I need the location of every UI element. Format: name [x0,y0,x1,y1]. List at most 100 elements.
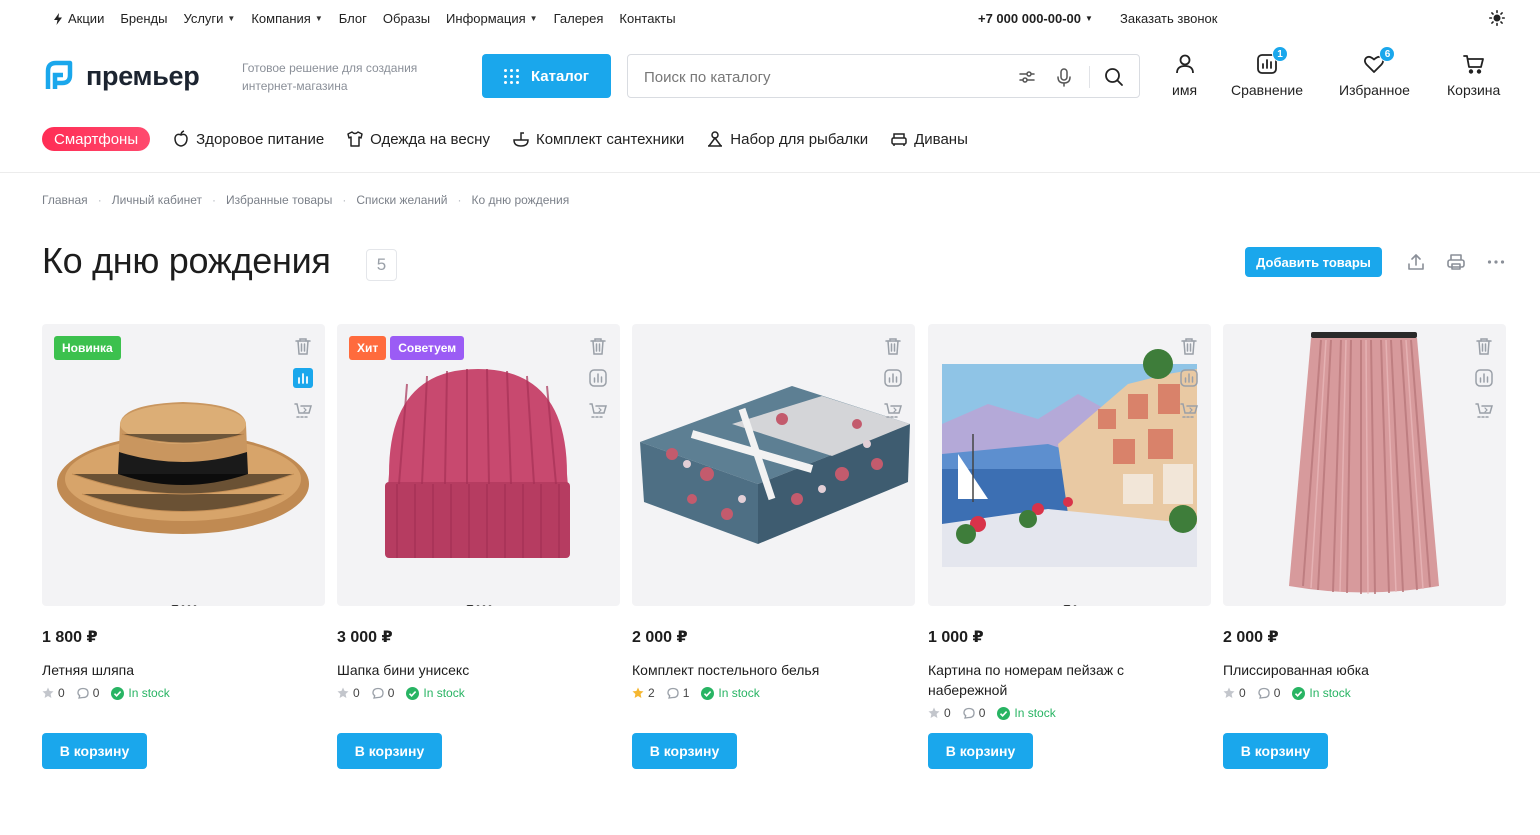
microphone-icon[interactable] [1054,67,1074,87]
product-name[interactable]: Плиссированная юбка [1223,660,1506,680]
top-nav-company[interactable]: Компания ▼ [251,11,322,26]
breadcrumb-item[interactable]: Списки желаний [356,193,447,207]
category-label: Диваны [914,130,968,148]
trash-icon [885,338,901,355]
category-spring-clothes[interactable]: Одежда на весну [346,130,490,148]
top-nav-services[interactable]: Услуги ▼ [183,11,235,26]
category-healthy-food[interactable]: Здоровое питание [172,130,324,148]
reviews[interactable]: 0 [1258,686,1281,700]
grid-dots-icon [503,68,519,84]
category-label: Набор для рыбалки [730,130,869,148]
reviews[interactable]: 0 [372,686,394,700]
pleated-skirt-image [1289,332,1439,595]
product-image-area[interactable] [1223,324,1506,606]
category-sofas[interactable]: Диваны [890,130,968,148]
cart-button[interactable]: Корзина [1447,52,1500,98]
compare-toggle[interactable] [1474,368,1494,388]
account-button[interactable]: имя [1172,52,1197,98]
top-nav-promos[interactable]: Акции [52,11,104,26]
reviews[interactable]: 0 [77,686,99,700]
breadcrumb-item[interactable]: Главная [42,193,88,207]
breadcrumb-item[interactable]: Избранные товары [226,193,332,207]
product-image-area[interactable] [928,324,1211,606]
add-products-button[interactable]: Добавить товары [1245,247,1382,277]
product-name[interactable]: Комплект постельного белья [632,660,915,680]
phone-number[interactable]: +7 000 000-00-00 ▼ [978,11,1093,26]
add-to-cart-button[interactable]: В корзину [42,733,147,769]
check-circle-icon [1292,686,1306,700]
share-upload-icon[interactable] [1406,252,1426,272]
add-to-cart-button[interactable]: В корзину [337,733,442,769]
check-circle-icon [997,706,1011,720]
compare-toggle-active[interactable] [293,368,313,388]
phone-text: +7 000 000-00-00 [978,11,1082,26]
card-actions [588,336,608,420]
product-name[interactable]: Картина по номерам пейзаж с набережной [928,660,1168,700]
category-plumbing[interactable]: Комплект сантехники [512,130,684,148]
cart-add-icon [589,403,607,418]
compare-count-badge: 1 [1271,46,1288,62]
star-icon [632,687,644,698]
product-image-area[interactable]: Хит Советуем [337,324,620,606]
product-card: 2 000 ₽ Комплект постельного белья 2 1 I… [632,324,915,769]
add-to-cart-button[interactable]: В корзину [632,733,737,769]
favorites-button[interactable]: 6 Избранное [1339,46,1410,98]
logo[interactable]: премьер [42,59,200,93]
product-image-area[interactable]: Новинка [42,324,325,606]
search-input[interactable] [644,66,984,88]
delete-button[interactable] [293,336,313,356]
delete-button[interactable] [1474,336,1494,356]
bolt-icon [54,12,62,25]
breadcrumb-current: Ко дню рождения [471,193,570,207]
category-fishing[interactable]: Набор для рыбалки [706,130,868,148]
catalog-button[interactable]: Каталог [482,54,611,98]
top-bar: Акции Бренды Услуги ▼ Компания ▼ Блог Обра… [0,0,1540,36]
compare-toggle[interactable] [883,368,903,388]
compare-toggle[interactable] [588,368,608,388]
top-nav-brands[interactable]: Бренды [120,11,167,26]
product-name[interactable]: Шапка бини унисекс [337,660,620,680]
category-smartphones[interactable]: Смартфоны [42,127,151,151]
breadcrumb-item[interactable]: Личный кабинет [112,193,202,207]
catalog-label: Каталог [530,67,590,85]
print-icon[interactable] [1446,252,1466,272]
callback-link[interactable]: Заказать звонок [1120,11,1217,26]
quick-cart-button[interactable] [883,400,903,420]
top-nav-gallery[interactable]: Галерея [554,11,604,26]
more-options-icon[interactable] [1486,252,1506,272]
rating: 2 [632,686,655,700]
product-price: 1 800 ₽ [42,629,98,646]
top-nav-looks[interactable]: Образы [383,11,430,26]
search-icon[interactable] [1104,67,1124,87]
top-nav-contacts[interactable]: Контакты [619,11,675,26]
top-nav-blog[interactable]: Блог [339,11,367,26]
quick-cart-button[interactable] [1179,400,1199,420]
item-count-badge: 5 [366,249,397,281]
image-pager [171,605,196,606]
cart-add-icon [294,403,312,418]
top-nav-label: Акции [68,11,105,26]
top-nav-info[interactable]: Информация ▼ [446,11,538,26]
add-to-cart-button[interactable]: В корзину [1223,733,1328,769]
product-price: 2 000 ₽ [632,629,688,646]
sun-icon[interactable] [1489,10,1505,26]
favorites-icon-wrap: 6 [1362,46,1396,76]
product-meta: 0 0 In stock [928,706,1211,720]
top-nav-label: Услуги [183,11,224,26]
reviews-count: 0 [1273,686,1281,700]
delete-button[interactable] [588,336,608,356]
filter-sliders-icon[interactable] [1017,67,1037,87]
quick-cart-button[interactable] [588,400,608,420]
card-actions [293,336,313,420]
delete-button[interactable] [1179,336,1199,356]
compare-button[interactable]: 1 Сравнение [1231,46,1303,98]
quick-cart-button[interactable] [293,400,313,420]
reviews[interactable]: 1 [667,686,689,700]
delete-button[interactable] [883,336,903,356]
add-to-cart-button[interactable]: В корзину [928,733,1033,769]
reviews[interactable]: 0 [963,706,985,720]
compare-toggle[interactable] [1179,368,1199,388]
product-image-area[interactable] [632,324,915,606]
quick-cart-button[interactable] [1474,400,1494,420]
product-name[interactable]: Летняя шляпа [42,660,325,680]
